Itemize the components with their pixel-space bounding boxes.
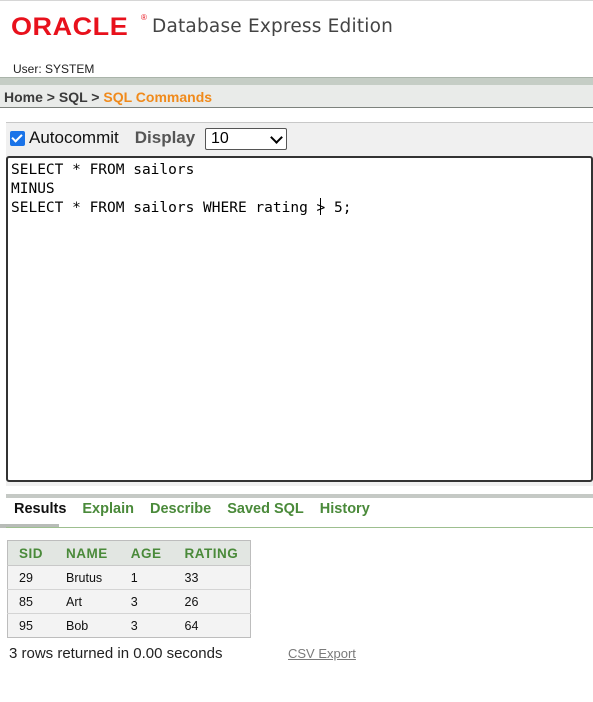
tab-saved-sql[interactable]: Saved SQL bbox=[227, 501, 304, 517]
autocommit-label: Autocommit bbox=[29, 128, 119, 147]
product-name: Database Express Edition bbox=[152, 16, 394, 37]
table-row: 95 Bob 3 64 bbox=[7, 613, 251, 638]
cell-rating: 33 bbox=[173, 565, 251, 590]
cell-rating: 26 bbox=[173, 589, 251, 614]
cell-name: Bob bbox=[55, 613, 120, 638]
current-user: User: SYSTEM bbox=[13, 62, 95, 76]
sql-line: MINUS bbox=[11, 181, 55, 197]
breadcrumb-current: SQL Commands bbox=[103, 89, 213, 105]
breadcrumb: Home > SQL > SQL Commands bbox=[4, 89, 212, 105]
cell-sid: 95 bbox=[7, 613, 56, 638]
sql-code: SELECT * FROM sailors MINUS SELECT * FROM … bbox=[11, 161, 351, 218]
tabs-underline bbox=[6, 527, 593, 528]
column-header: AGE bbox=[119, 540, 174, 566]
chevron-down-icon bbox=[270, 131, 283, 144]
top-border bbox=[0, 0, 593, 1]
breadcrumb-home[interactable]: Home bbox=[4, 89, 43, 105]
table-header-row: SID NAME AGE RATING bbox=[7, 540, 251, 566]
tab-describe[interactable]: Describe bbox=[150, 501, 211, 517]
cell-rating: 64 bbox=[173, 613, 251, 638]
oracle-logo: ORACLE ® bbox=[11, 12, 147, 42]
cell-name: Brutus bbox=[55, 565, 120, 590]
tabs-divider bbox=[6, 494, 593, 498]
cell-name: Art bbox=[55, 589, 120, 614]
column-header: RATING bbox=[173, 540, 251, 566]
cell-sid: 29 bbox=[7, 565, 56, 590]
editor-options: Autocommit Display bbox=[10, 128, 195, 148]
breadcrumb-sql[interactable]: SQL bbox=[59, 89, 88, 105]
tab-results[interactable]: Results bbox=[14, 501, 66, 517]
text-cursor bbox=[320, 198, 321, 215]
table-row: 85 Art 3 26 bbox=[7, 589, 251, 614]
csv-export-link[interactable]: CSV Export bbox=[288, 646, 356, 661]
breadcrumb-separator: > bbox=[46, 89, 55, 105]
cell-age: 3 bbox=[119, 589, 174, 614]
tab-explain[interactable]: Explain bbox=[82, 501, 134, 517]
cell-sid: 85 bbox=[7, 589, 56, 614]
oracle-wordmark: ORACLE bbox=[11, 12, 129, 41]
column-header: SID bbox=[7, 540, 56, 566]
results-tabs: Results Explain Describe Saved SQL Histo… bbox=[14, 501, 386, 517]
table-row: 29 Brutus 1 33 bbox=[7, 565, 251, 590]
header-divider bbox=[0, 77, 593, 85]
cell-age: 1 bbox=[119, 565, 174, 590]
display-label: Display bbox=[134, 128, 196, 147]
results-table: SID NAME AGE RATING 29 Brutus 1 33 85 Ar… bbox=[7, 540, 252, 638]
results-status: 3 rows returned in 0.00 seconds bbox=[9, 645, 223, 662]
display-select[interactable]: 10 bbox=[205, 128, 287, 150]
sql-line: SELECT * FROM sailors WHERE rating > 5; bbox=[11, 200, 352, 216]
breadcrumb-bar: Home > SQL > SQL Commands bbox=[0, 85, 593, 108]
tab-history[interactable]: History bbox=[320, 501, 370, 517]
sql-line: SELECT * FROM sailors bbox=[11, 162, 195, 178]
display-select-value: 10 bbox=[211, 130, 229, 147]
cell-age: 3 bbox=[119, 613, 174, 638]
column-header: NAME bbox=[55, 540, 120, 566]
breadcrumb-separator: > bbox=[91, 89, 100, 105]
registered-mark: ® bbox=[141, 13, 147, 22]
autocommit-checkbox[interactable] bbox=[10, 130, 25, 146]
sql-editor[interactable]: SELECT * FROM sailors MINUS SELECT * FROM … bbox=[6, 156, 593, 482]
